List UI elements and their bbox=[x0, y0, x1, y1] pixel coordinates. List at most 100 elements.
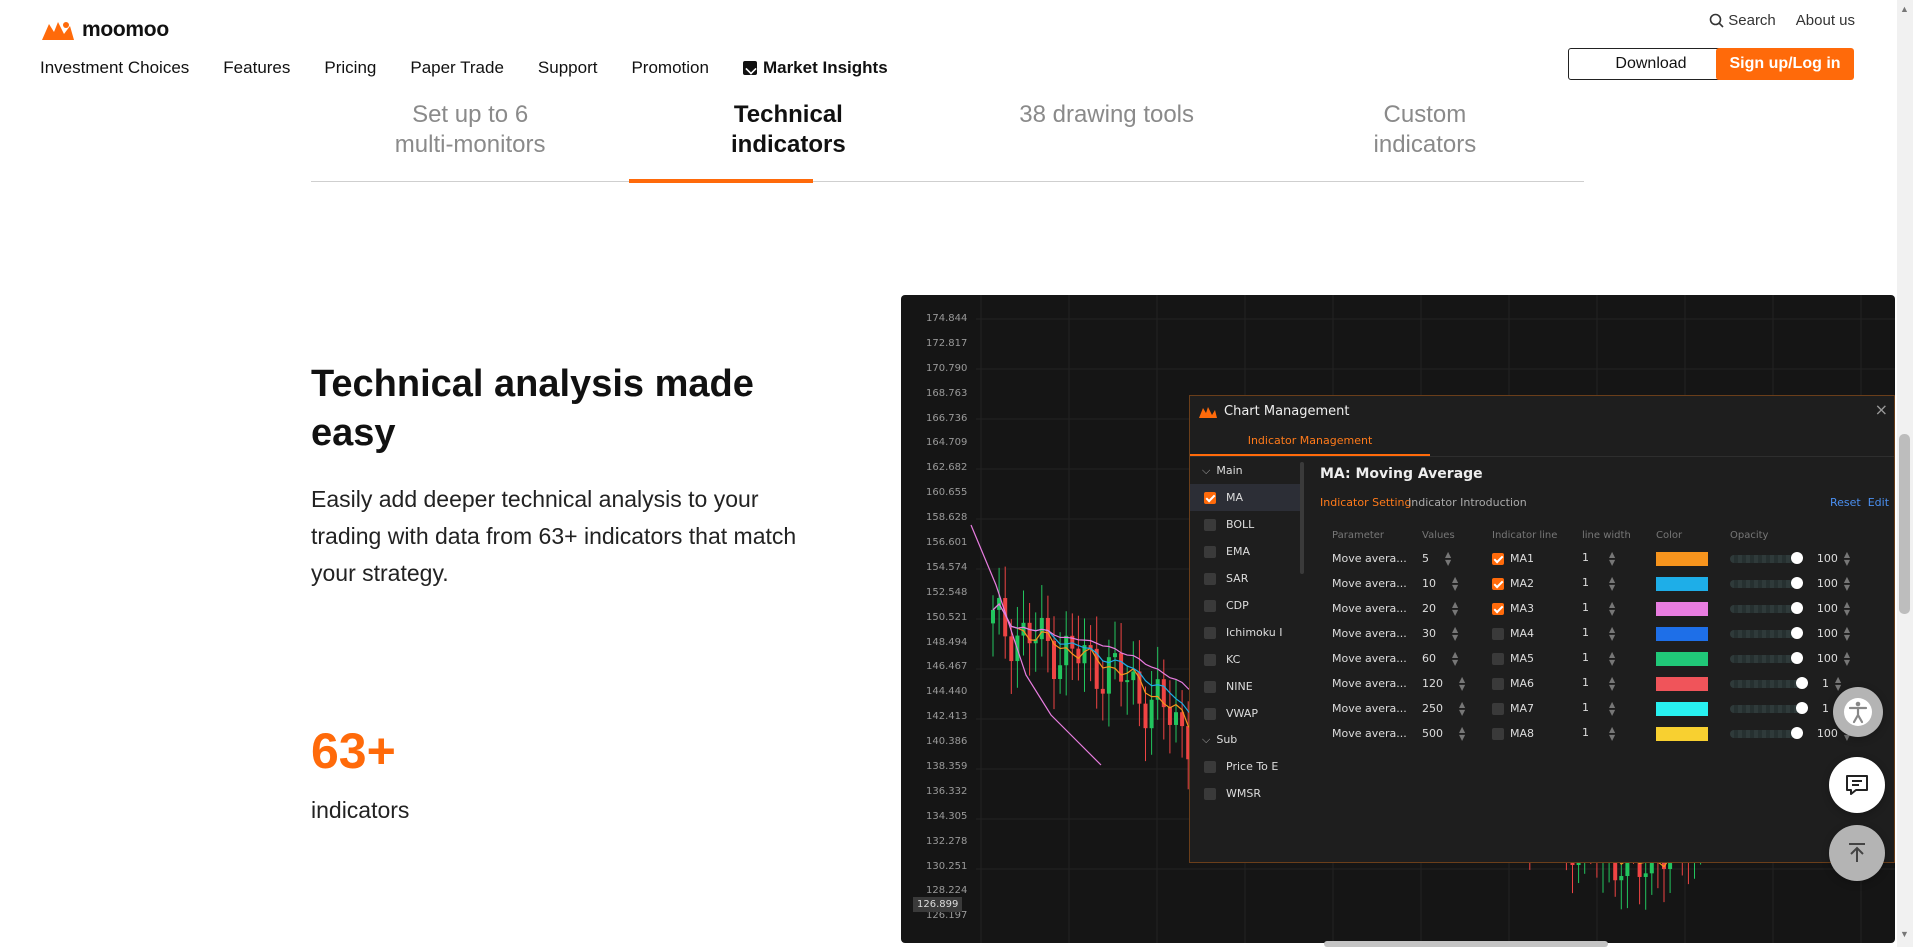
about-us-link[interactable]: About us bbox=[1796, 12, 1855, 29]
stepper-arrows-icon[interactable]: ▲▼ bbox=[1609, 725, 1615, 742]
stepper-arrows-icon[interactable]: ▲▼ bbox=[1459, 725, 1465, 742]
color-picker[interactable] bbox=[1656, 601, 1730, 616]
indicator-list-item[interactable]: KC bbox=[1190, 646, 1300, 673]
indicator-line-toggle[interactable]: MA7 bbox=[1492, 702, 1578, 715]
stepper-arrows-icon[interactable]: ▲▼ bbox=[1609, 650, 1615, 667]
color-swatch[interactable] bbox=[1656, 626, 1708, 641]
checkbox[interactable] bbox=[1204, 518, 1216, 531]
indicator-list-item[interactable]: BOLL bbox=[1190, 511, 1300, 538]
stepper-arrows-icon[interactable]: ▲▼ bbox=[1445, 550, 1451, 567]
color-swatch[interactable] bbox=[1656, 551, 1708, 566]
indicator-line-toggle[interactable]: MA8 bbox=[1492, 727, 1578, 740]
indicator-line-toggle[interactable]: MA4 bbox=[1492, 627, 1578, 640]
checkbox[interactable] bbox=[1204, 626, 1216, 639]
checkbox[interactable] bbox=[1204, 680, 1216, 693]
value-stepper[interactable]: 500 ▲ ▼ bbox=[1422, 725, 1492, 742]
indicator-line-toggle[interactable]: MA2 bbox=[1492, 577, 1578, 590]
checkbox[interactable] bbox=[1492, 552, 1504, 565]
indicator-list-item[interactable]: VWAP bbox=[1190, 700, 1300, 727]
color-picker[interactable] bbox=[1656, 551, 1730, 566]
opacity-slider[interactable] bbox=[1730, 701, 1808, 714]
stepper-arrows-icon[interactable]: ▲▼ bbox=[1844, 650, 1850, 667]
value-stepper[interactable]: 10 ▲ ▼ bbox=[1422, 575, 1492, 592]
checkbox[interactable] bbox=[1204, 653, 1216, 666]
nav-pricing[interactable]: Pricing bbox=[324, 58, 376, 78]
opacity-control[interactable]: 100▲▼ bbox=[1730, 600, 1850, 617]
indicator-line-toggle[interactable]: MA3 bbox=[1492, 602, 1578, 615]
nav-support[interactable]: Support bbox=[538, 58, 598, 78]
tab-indicator-introduction[interactable]: Indicator Introduction bbox=[1408, 496, 1527, 509]
opacity-control[interactable]: 1▲▼ bbox=[1730, 700, 1850, 717]
stepper-arrows-icon[interactable]: ▲▼ bbox=[1609, 550, 1615, 567]
checkbox[interactable] bbox=[1492, 577, 1504, 590]
line-width-stepper[interactable]: 1 ▲ ▼ bbox=[1578, 575, 1656, 592]
indicator-list-item[interactable]: CDP bbox=[1190, 592, 1300, 619]
line-width-stepper[interactable]: 1 ▲ ▼ bbox=[1578, 550, 1656, 567]
stepper-arrows-icon[interactable]: ▲▼ bbox=[1452, 625, 1458, 642]
checkbox[interactable] bbox=[1204, 545, 1216, 558]
stepper-arrows-icon[interactable]: ▲▼ bbox=[1609, 575, 1615, 592]
opacity-control[interactable]: 1▲▼ bbox=[1730, 675, 1850, 692]
moomoo-logo[interactable]: moomoo bbox=[40, 18, 169, 42]
line-width-stepper[interactable]: 1 ▲ ▼ bbox=[1578, 600, 1656, 617]
tab-technical-indicators[interactable]: Technical indicators bbox=[629, 96, 947, 183]
stepper-arrows-icon[interactable]: ▲▼ bbox=[1459, 700, 1465, 717]
value-stepper[interactable]: 30 ▲ ▼ bbox=[1422, 625, 1492, 642]
stepper-arrows-icon[interactable]: ▲▼ bbox=[1844, 575, 1850, 592]
page-scrollbar-thumb[interactable] bbox=[1899, 434, 1910, 614]
accessibility-button[interactable] bbox=[1833, 687, 1883, 737]
color-picker[interactable] bbox=[1656, 676, 1730, 691]
checkbox[interactable] bbox=[1204, 572, 1216, 585]
stepper-arrows-icon[interactable]: ▲▼ bbox=[1452, 575, 1458, 592]
checkbox[interactable] bbox=[1492, 702, 1504, 715]
nav-investment-choices[interactable]: Investment Choices bbox=[40, 58, 189, 78]
color-picker[interactable] bbox=[1656, 626, 1730, 641]
stepper-arrows-icon[interactable]: ▲▼ bbox=[1844, 625, 1850, 642]
stepper-arrows-icon[interactable]: ▲▼ bbox=[1452, 650, 1458, 667]
group-main[interactable]: ⌵ Main bbox=[1190, 458, 1300, 484]
color-swatch[interactable] bbox=[1656, 576, 1708, 591]
opacity-slider[interactable] bbox=[1730, 651, 1803, 664]
checkbox[interactable] bbox=[1492, 652, 1504, 665]
list-scrollbar[interactable] bbox=[1300, 462, 1304, 574]
stepper-arrows-icon[interactable]: ▲▼ bbox=[1844, 600, 1850, 617]
color-swatch[interactable] bbox=[1656, 676, 1708, 691]
value-stepper[interactable]: 5 ▲ ▼ bbox=[1422, 550, 1492, 567]
value-stepper[interactable]: 20 ▲ ▼ bbox=[1422, 600, 1492, 617]
nav-features[interactable]: Features bbox=[223, 58, 290, 78]
value-stepper[interactable]: 120 ▲ ▼ bbox=[1422, 675, 1492, 692]
opacity-slider[interactable] bbox=[1730, 576, 1803, 589]
opacity-slider[interactable] bbox=[1730, 551, 1803, 564]
stepper-arrows-icon[interactable]: ▲▼ bbox=[1844, 550, 1850, 567]
search-link[interactable]: Search bbox=[1709, 12, 1776, 29]
tab-drawing-tools[interactable]: 38 drawing tools bbox=[948, 96, 1266, 181]
opacity-control[interactable]: 100▲▼ bbox=[1730, 625, 1850, 642]
checkbox[interactable] bbox=[1492, 602, 1504, 615]
opacity-slider[interactable] bbox=[1730, 626, 1803, 639]
indicator-list-item[interactable]: WMSR bbox=[1190, 780, 1300, 807]
opacity-control[interactable]: 100▲▼ bbox=[1730, 725, 1850, 742]
stepper-arrows-icon[interactable]: ▲▼ bbox=[1452, 600, 1458, 617]
checkbox[interactable] bbox=[1204, 599, 1216, 612]
reset-link[interactable]: Reset bbox=[1830, 496, 1861, 509]
checkbox[interactable] bbox=[1204, 491, 1216, 504]
stepper-arrows-icon[interactable]: ▲▼ bbox=[1609, 675, 1615, 692]
indicator-list-item[interactable]: Price To E bbox=[1190, 753, 1300, 780]
checkbox[interactable] bbox=[1204, 787, 1216, 800]
nav-paper-trade[interactable]: Paper Trade bbox=[410, 58, 504, 78]
checkbox[interactable] bbox=[1492, 677, 1504, 690]
color-picker[interactable] bbox=[1656, 576, 1730, 591]
close-icon[interactable]: × bbox=[1875, 400, 1888, 419]
horizontal-scrollbar-thumb[interactable] bbox=[1324, 941, 1608, 947]
scroll-up-arrow-icon[interactable]: ▲ bbox=[1900, 4, 1909, 14]
value-stepper[interactable]: 60 ▲ ▼ bbox=[1422, 650, 1492, 667]
color-swatch[interactable] bbox=[1656, 726, 1708, 741]
back-to-top-button[interactable] bbox=[1829, 825, 1885, 881]
opacity-slider[interactable] bbox=[1730, 726, 1803, 739]
stepper-arrows-icon[interactable]: ▲▼ bbox=[1609, 625, 1615, 642]
checkbox[interactable] bbox=[1204, 707, 1216, 720]
opacity-slider[interactable] bbox=[1730, 676, 1808, 689]
nav-promotion[interactable]: Promotion bbox=[631, 58, 708, 78]
download-button[interactable]: Download bbox=[1568, 48, 1734, 80]
opacity-control[interactable]: 100▲▼ bbox=[1730, 550, 1850, 567]
